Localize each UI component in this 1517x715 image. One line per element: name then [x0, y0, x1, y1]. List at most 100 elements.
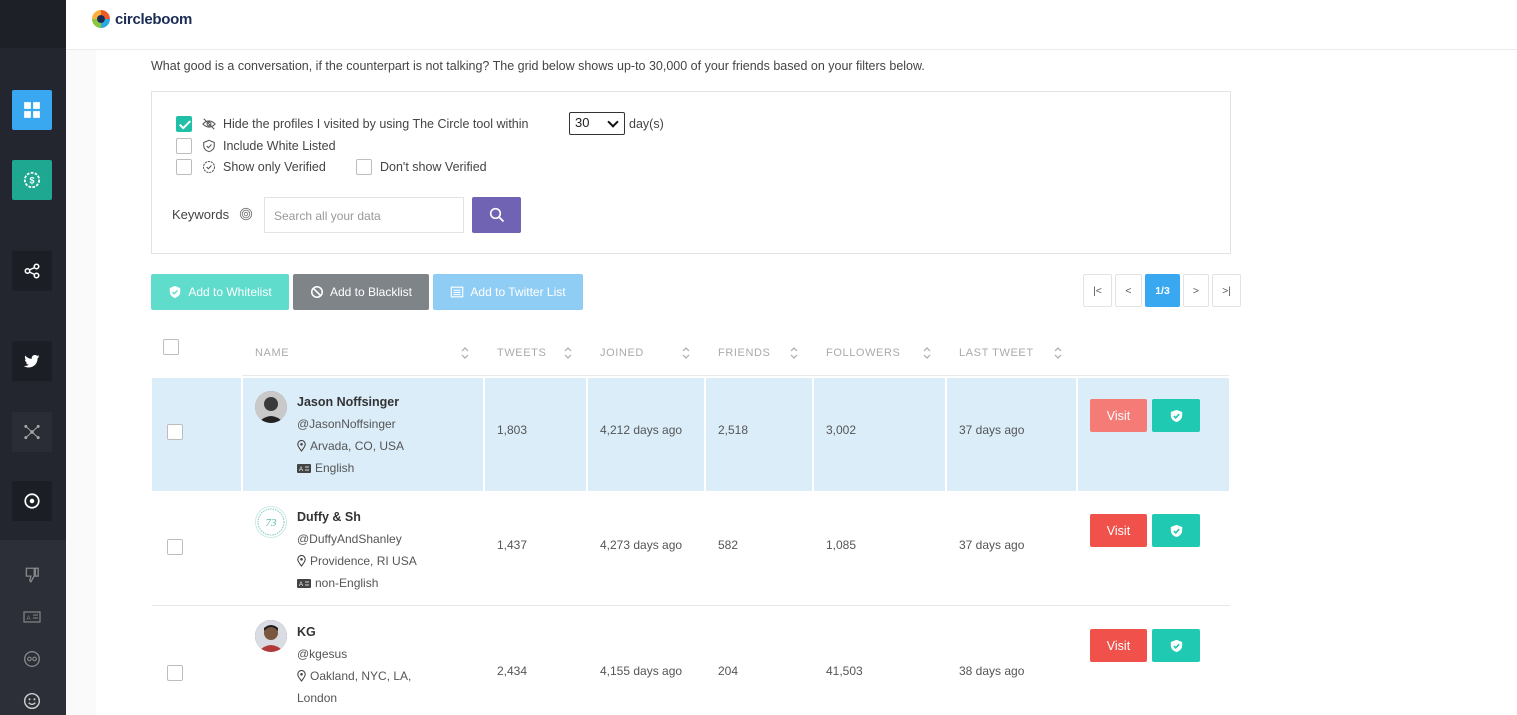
last-tweet-value: 37 days ago: [959, 423, 1025, 437]
dashboard-icon[interactable]: [12, 90, 52, 130]
dont-show-verified-label: Don't show Verified: [380, 160, 487, 174]
visit-button[interactable]: Visit: [1090, 629, 1147, 662]
show-verified-checkbox[interactable]: [176, 159, 192, 175]
followers-count: 41,503: [826, 664, 863, 678]
user-language-text: English: [315, 461, 355, 475]
smile-icon[interactable]: [19, 688, 45, 714]
filter-panel: Hide the profiles I visited by using The…: [151, 91, 1231, 254]
user-language: A non-English: [297, 576, 378, 590]
user-location: Oakland, NYC, LA,: [297, 669, 411, 683]
add-to-blacklist-button[interactable]: Add to Blacklist: [293, 274, 429, 310]
pricing-icon[interactable]: $: [12, 160, 52, 200]
sort-icon[interactable]: [564, 346, 572, 360]
dislike-icon[interactable]: [19, 562, 45, 588]
pagination-next[interactable]: >: [1183, 274, 1209, 307]
avatar[interactable]: [255, 391, 287, 423]
hide-visited-label: Hide the profiles I visited by using The…: [223, 117, 529, 131]
whitelist-user-button[interactable]: [1152, 629, 1200, 662]
column-header-tweets[interactable]: TWEETS: [497, 347, 546, 359]
network-icon[interactable]: [12, 412, 52, 452]
row-checkbox[interactable]: [167, 424, 183, 440]
select-all-checkbox[interactable]: [163, 339, 179, 355]
joined-value: 4,273 days ago: [600, 538, 683, 552]
avatar[interactable]: 73: [255, 506, 287, 538]
hide-visited-checkbox[interactable]: [176, 116, 192, 132]
share-icon[interactable]: [12, 251, 52, 291]
add-to-twitter-list-button[interactable]: Add to Twitter List: [433, 274, 583, 310]
dont-show-verified-checkbox[interactable]: [356, 159, 372, 175]
visit-button[interactable]: Visit: [1090, 399, 1147, 432]
last-tweet-value: 37 days ago: [959, 538, 1025, 552]
eye-slash-icon: [202, 118, 216, 130]
svg-text:A: A: [299, 467, 303, 473]
friends-count: 204: [718, 664, 739, 678]
intro-text: What good is a conversation, if the coun…: [151, 59, 925, 73]
twitter-icon[interactable]: [12, 341, 52, 381]
keywords-label: Keywords: [172, 207, 230, 222]
column-header-joined[interactable]: JOINED: [600, 347, 644, 359]
ban-icon: [310, 285, 324, 299]
logo-text: circleboom: [115, 10, 193, 28]
tweets-count: 1,437: [497, 538, 528, 552]
header-divider: [242, 375, 1229, 376]
search-icon: [489, 207, 504, 223]
user-handle[interactable]: @kgesus: [297, 647, 347, 661]
pagination-last[interactable]: >|: [1212, 274, 1241, 307]
table-row[interactable]: 73 Duffy & Sh @DuffyAndShanley Providenc…: [152, 493, 1230, 608]
chevron-down-icon: [607, 116, 619, 128]
days-select[interactable]: 30: [569, 112, 625, 135]
sort-icon[interactable]: [1054, 346, 1062, 360]
pagination-prev[interactable]: <: [1115, 274, 1142, 307]
language-icon: A: [297, 463, 311, 473]
include-whitelisted-label: Include White Listed: [223, 139, 336, 153]
pagination-first[interactable]: |<: [1083, 274, 1112, 307]
visit-button[interactable]: Visit: [1090, 514, 1147, 547]
last-tweet-value: 38 days ago: [959, 664, 1025, 678]
user-name[interactable]: Jason Noffsinger: [297, 395, 399, 409]
user-location: Providence, RI USA: [297, 554, 417, 568]
header: circleboom: [66, 0, 1517, 50]
row-checkbox[interactable]: [167, 539, 183, 555]
table-row[interactable]: Jason Noffsinger @JasonNoffsinger Arvada…: [152, 378, 1230, 493]
eggs-icon[interactable]: [19, 646, 45, 672]
table-row[interactable]: KG @kgesus Oakland, NYC, LA, London 2,43…: [152, 608, 1230, 715]
shield-check-icon: [1170, 409, 1182, 422]
language-icon: A: [297, 578, 311, 588]
logo[interactable]: circleboom: [90, 8, 192, 30]
column-header-last-tweet[interactable]: LAST TWEET: [959, 347, 1034, 359]
sort-icon[interactable]: [461, 346, 469, 360]
shield-check-icon: [170, 285, 181, 299]
user-handle[interactable]: @DuffyAndShanley: [297, 532, 402, 546]
whitelist-user-button[interactable]: [1152, 399, 1200, 432]
shield-check-icon: [1170, 639, 1182, 652]
whitelist-user-button[interactable]: [1152, 514, 1200, 547]
column-header-name[interactable]: NAME: [255, 347, 289, 359]
sidebar-top: [0, 0, 66, 48]
search-input[interactable]: Search all your data: [264, 197, 464, 233]
twitter-list-label: Add to Twitter List: [470, 285, 566, 299]
search-button[interactable]: [472, 197, 521, 233]
user-handle[interactable]: @JasonNoffsinger: [297, 417, 396, 431]
target-icon[interactable]: [12, 481, 52, 521]
add-to-whitelist-button[interactable]: Add to Whitelist: [151, 274, 289, 310]
language-icon[interactable]: A: [19, 604, 45, 630]
sidebar: $ A: [0, 0, 66, 715]
sort-icon[interactable]: [682, 346, 690, 360]
column-header-followers[interactable]: FOLLOWERS: [826, 347, 900, 359]
row-cell: [1078, 378, 1229, 491]
row-checkbox[interactable]: [167, 665, 183, 681]
sort-icon[interactable]: [790, 346, 798, 360]
avatar[interactable]: [255, 620, 287, 652]
user-location-line2: London: [297, 691, 338, 705]
sort-icon[interactable]: [923, 346, 931, 360]
followers-count: 3,002: [826, 423, 857, 437]
column-header-friends[interactable]: FRIENDS: [718, 347, 770, 359]
user-name[interactable]: Duffy & Sh: [297, 510, 361, 524]
blacklist-label: Add to Blacklist: [329, 285, 413, 299]
include-whitelisted-checkbox[interactable]: [176, 138, 192, 154]
verified-icon: [202, 160, 216, 174]
row-divider: [152, 605, 1230, 606]
pagination-current[interactable]: 1/3: [1145, 274, 1180, 307]
user-name[interactable]: KG: [297, 625, 316, 639]
tweets-count: 1,803: [497, 423, 528, 437]
